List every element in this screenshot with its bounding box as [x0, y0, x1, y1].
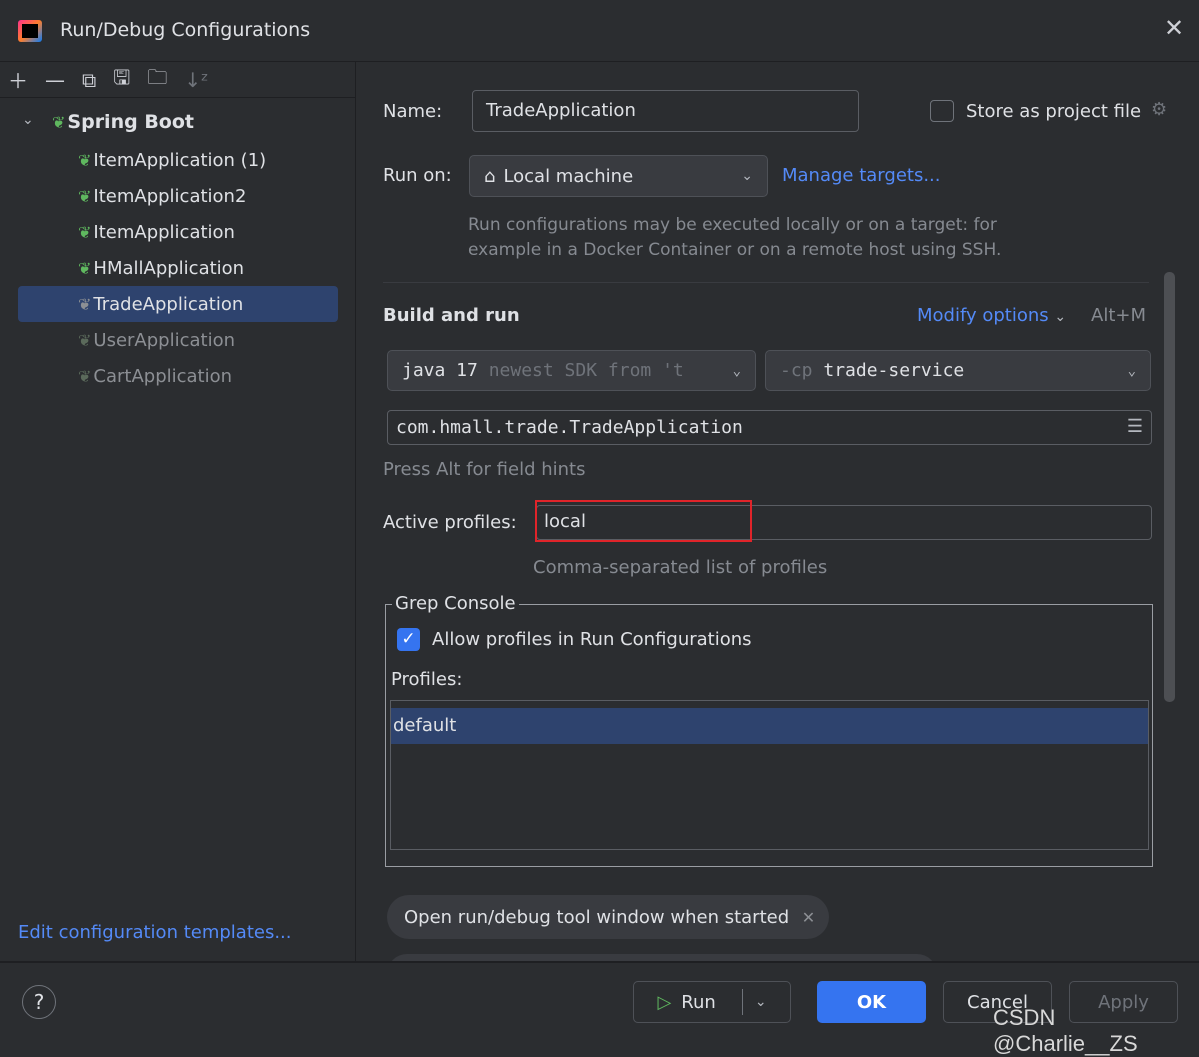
jdk-hint: newest SDK from 't [488, 360, 684, 381]
profiles-hint: Comma-separated list of profiles [533, 557, 828, 578]
spring-boot-icon: ❦ [78, 330, 92, 350]
cp-prefix: -cp [780, 360, 813, 381]
allow-profiles-checkbox[interactable]: ✓ [397, 628, 420, 651]
tree-item[interactable]: ❦ ItemApplication (1) [18, 142, 338, 178]
new-folder-icon[interactable]: 🗀 [147, 63, 167, 97]
chip-label: Open run/debug tool window when started [404, 906, 790, 928]
spring-boot-icon: ❦ [78, 186, 92, 206]
tree-item-label: UserApplication [93, 329, 236, 351]
remove-icon[interactable]: — [45, 68, 65, 92]
tree-group-spring-boot[interactable]: ❦ Spring Boot [52, 111, 194, 133]
field-hints: Press Alt for field hints [383, 459, 586, 480]
tree-item-label: ItemApplication (1) [93, 149, 267, 171]
jdk-value: java 17 [402, 360, 478, 381]
browse-icon[interactable]: ☰ [1127, 416, 1143, 437]
chevron-down-icon: ⌄ [1054, 309, 1067, 325]
home-icon: ⌂ [484, 165, 496, 187]
manage-targets-link[interactable]: Manage targets... [782, 165, 941, 186]
store-project-label: Store as project file [966, 101, 1142, 122]
tree-item[interactable]: ❦ HMallApplication [18, 250, 338, 286]
intellij-logo-icon [18, 20, 42, 42]
spring-boot-icon: ❦ [78, 258, 92, 278]
list-item[interactable]: default [391, 708, 1148, 744]
spring-boot-icon: ❦ [52, 112, 66, 132]
add-icon[interactable]: ＋ [8, 65, 28, 94]
store-project-checkbox[interactable] [930, 100, 954, 122]
modify-shortcut: Alt+M [1091, 305, 1146, 326]
gear-icon[interactable]: ⚙ [1151, 99, 1167, 120]
grep-profiles-label: Profiles: [391, 669, 463, 690]
main-class-input[interactable]: com.hmall.trade.TradeApplication ☰ [387, 410, 1152, 445]
save-icon[interactable]: 🖫 [113, 63, 130, 97]
spring-boot-icon: ❦ [78, 366, 92, 386]
chevron-down-icon: ⌄ [741, 168, 753, 184]
main-class-value: com.hmall.trade.TradeApplication [396, 417, 743, 438]
run-on-value: Local machine [503, 165, 634, 187]
play-icon: ▷ [657, 991, 672, 1013]
spring-boot-icon: ❦ [78, 150, 92, 170]
active-profiles-label: Active profiles: [383, 512, 517, 533]
watermark: CSDN @Charlie__ZS [993, 1005, 1138, 1056]
footer: ? ▷ Run ⌄ OK Cancel Apply CSDN @Charlie__Z… [0, 961, 1199, 1056]
tree-item-label: TradeApplication [93, 293, 244, 315]
title-bar: Run/Debug Configurations ✕ [0, 0, 1199, 62]
grep-console-title: Grep Console [392, 593, 519, 614]
ok-button[interactable]: OK [817, 981, 926, 1023]
sort-icon: ↓ᶻ [184, 67, 209, 92]
tree-item[interactable]: ❦ ItemApplication2 [18, 178, 338, 214]
tree-item-label: HMallApplication [93, 257, 245, 279]
tree-item[interactable]: ❦ UserApplication [18, 322, 338, 358]
modify-options-label: Modify options [917, 305, 1049, 326]
scrollbar[interactable] [1164, 272, 1175, 702]
cp-value: trade-service [823, 360, 965, 381]
sidebar: ＋ — ⧉ 🖫 🗀 ↓ᶻ ⌄ ❦ Spring Boot ❦ ItemApplica… [0, 62, 356, 962]
tree-group-label: Spring Boot [67, 111, 194, 133]
chevron-down-icon[interactable]: ⌄ [22, 112, 34, 128]
divider [383, 282, 1149, 283]
allow-profiles-label: Allow profiles in Run Configurations [432, 629, 752, 650]
run-label: Run [681, 991, 716, 1013]
active-profiles-value: local [535, 500, 752, 542]
run-on-label: Run on: [383, 165, 452, 186]
build-run-heading: Build and run [383, 305, 520, 326]
name-input[interactable]: TradeApplication [472, 90, 859, 132]
name-label: Name: [383, 101, 443, 122]
tree-item[interactable]: ❦ ItemApplication [18, 214, 338, 250]
toolbar: ＋ — ⧉ 🖫 🗀 ↓ᶻ [0, 62, 356, 98]
tree-item[interactable]: ❦ CartApplication [18, 358, 338, 394]
tree-item-label: ItemApplication [93, 221, 235, 243]
modify-options-link[interactable]: Modify options ⌄ [917, 305, 1066, 326]
edit-templates-link[interactable]: Edit configuration templates... [18, 922, 292, 943]
classpath-dropdown[interactable]: -cp trade-service ⌄ [765, 350, 1151, 391]
spring-boot-icon: ❦ [78, 222, 92, 242]
run-on-hint: example in a Docker Container or on a re… [468, 240, 1002, 260]
jdk-dropdown[interactable]: java 17 newest SDK from 't ⌄ [387, 350, 756, 391]
chevron-down-icon: ⌄ [1127, 362, 1136, 379]
close-icon[interactable]: ✕ [1164, 14, 1184, 42]
tree-item-selected[interactable]: ❦ TradeApplication [18, 286, 338, 322]
run-on-dropdown[interactable]: ⌂ Local machine ⌄ [469, 155, 768, 197]
copy-icon[interactable]: ⧉ [82, 68, 96, 92]
run-button[interactable]: ▷ Run ⌄ [633, 981, 791, 1023]
grep-profiles-list[interactable]: default [390, 700, 1149, 850]
chevron-down-icon: ⌄ [732, 362, 741, 379]
tree-item-label: ItemApplication2 [93, 185, 247, 207]
close-icon[interactable]: ✕ [802, 908, 815, 927]
window-title: Run/Debug Configurations [60, 19, 311, 41]
tree-item-label: CartApplication [93, 365, 233, 387]
help-button[interactable]: ? [22, 985, 56, 1019]
open-tool-window-chip[interactable]: Open run/debug tool window when started ✕ [387, 895, 830, 939]
chevron-down-icon[interactable]: ⌄ [755, 994, 767, 1010]
run-on-hint: Run configurations may be executed local… [468, 215, 997, 235]
spring-boot-icon: ❦ [78, 294, 92, 314]
